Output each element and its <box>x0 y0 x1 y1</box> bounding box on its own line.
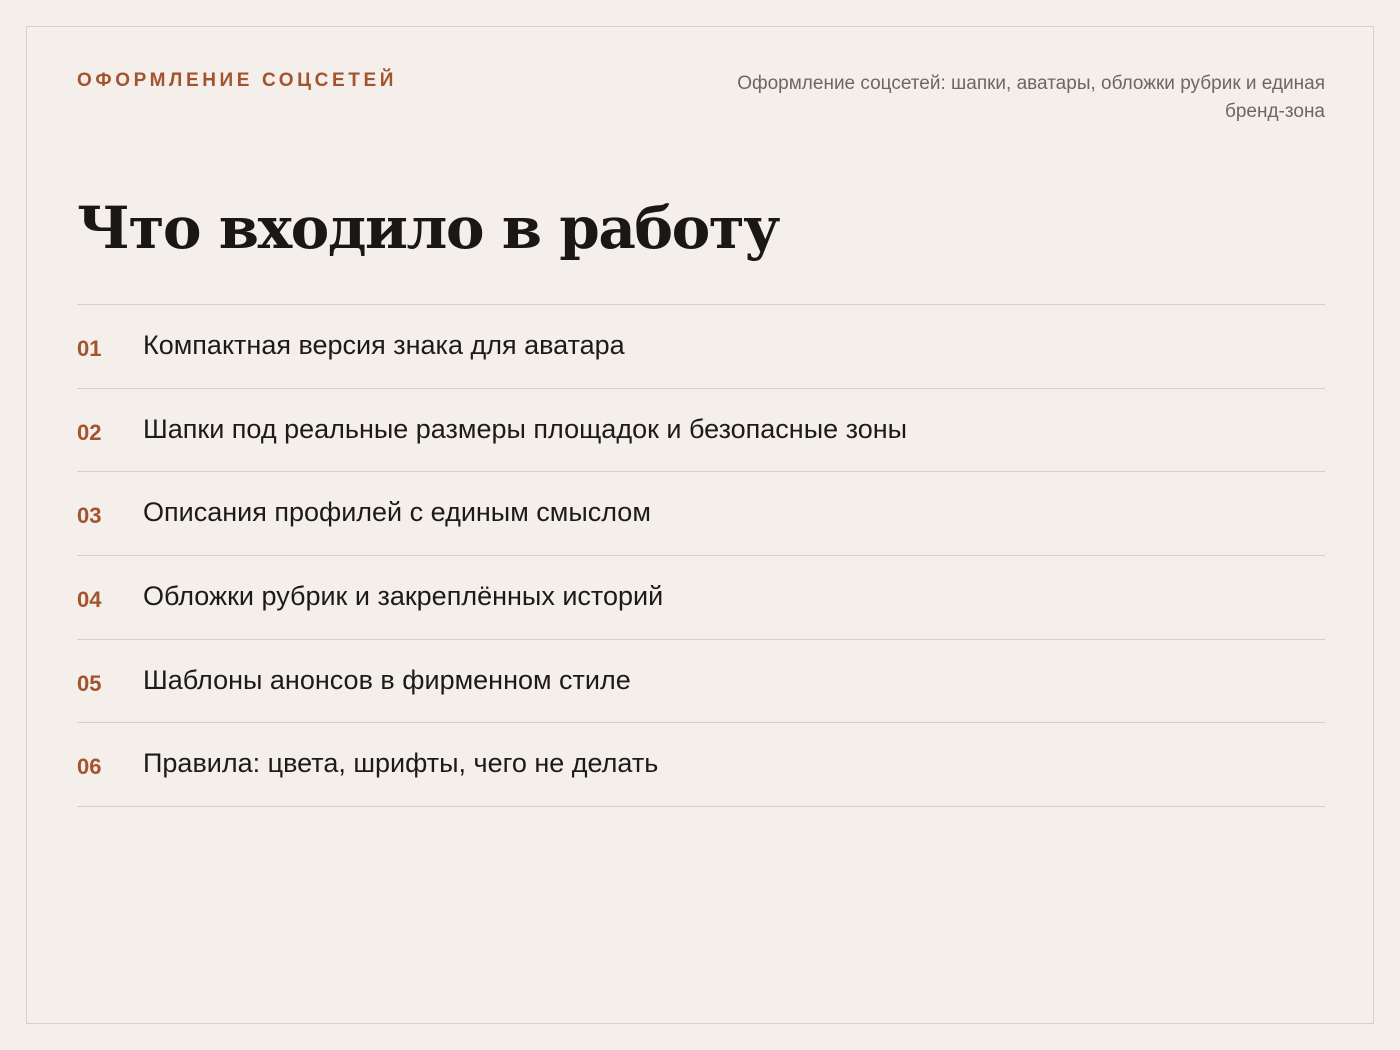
item-number: 04 <box>77 587 102 613</box>
work-items-list: 01 Компактная версия знака для аватара 0… <box>77 304 1325 808</box>
item-number: 06 <box>77 754 102 780</box>
item-text: Обложки рубрик и закреплённых историй <box>143 581 664 612</box>
list-item: 05 Шаблоны анонсов в фирменном стиле <box>77 640 1325 724</box>
item-text: Правила: цвета, шрифты, чего не делать <box>143 748 659 779</box>
list-item: 01 Компактная версия знака для аватара <box>77 305 1325 389</box>
list-item: 04 Обложки рубрик и закреплённых историй <box>77 556 1325 640</box>
item-number: 03 <box>77 503 102 529</box>
item-text: Шаблоны анонсов в фирменном стиле <box>143 664 631 695</box>
item-number: 02 <box>77 419 102 445</box>
slide-frame: ОФОРМЛЕНИЕ СОЦСЕТЕЙ Оформление соцсетей:… <box>26 26 1374 1024</box>
item-text: Описания профилей с единым смыслом <box>143 497 651 528</box>
list-item: 03 Описания профилей с единым смыслом <box>77 472 1325 557</box>
list-item: 02 Шапки под реальные размеры площадок и… <box>77 389 1325 473</box>
page-title: Что входило в работу <box>77 194 780 262</box>
item-number: 01 <box>77 336 102 361</box>
slide-subtitle: Оформление соцсетей: шапки, аватары, обл… <box>737 73 1325 122</box>
list-item: 06 Правила: цвета, шрифты, чего не делат… <box>77 723 1325 808</box>
item-text: Компактная версия знака для аватара <box>143 330 625 360</box>
item-number: 05 <box>77 670 102 696</box>
item-text: Шапки под реальные размеры площадок и бе… <box>143 413 908 444</box>
section-eyebrow: ОФОРМЛЕНИЕ СОЦСЕТЕЙ <box>77 70 397 91</box>
